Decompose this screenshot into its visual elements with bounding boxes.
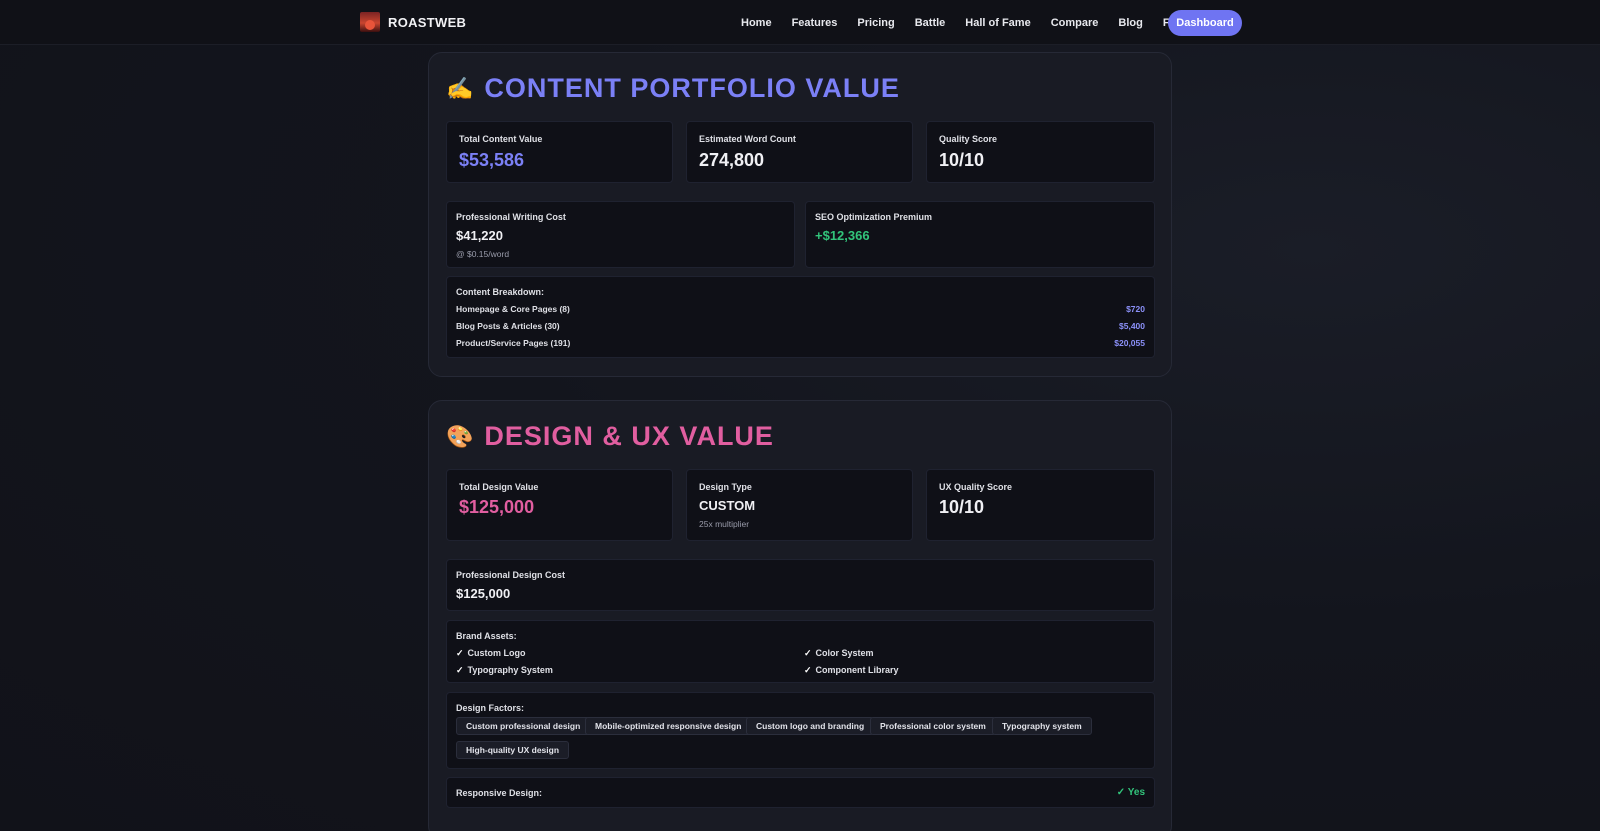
design-factors-label: Design Factors:: [456, 703, 525, 713]
breakdown-row-label: Product/Service Pages (191): [456, 338, 571, 348]
check-icon: ✓: [804, 665, 812, 675]
writing-cost-rate: @ $0.15/word: [456, 249, 510, 259]
top-navbar: ROASTWEB Home Features Pricing Battle Ha…: [0, 0, 1600, 45]
ux-quality-label: UX Quality Score: [939, 482, 1013, 492]
word-count-label: Estimated Word Count: [699, 134, 796, 144]
nav-hall-of-fame[interactable]: Hall of Fame: [965, 17, 1030, 29]
quality-score-label: Quality Score: [939, 134, 998, 144]
brand-asset-item: ✓ Custom Logo: [456, 648, 526, 658]
brand[interactable]: ROASTWEB: [360, 12, 466, 32]
brand-assets-label: Brand Assets:: [456, 631, 517, 641]
total-design-value-card: Total Design Value $125,000: [446, 469, 673, 541]
quality-score-card: Quality Score 10/10: [926, 121, 1155, 183]
dashboard-button[interactable]: Dashboard: [1168, 10, 1242, 36]
word-count-value: 274,800: [699, 150, 765, 170]
total-content-value-label: Total Content Value: [459, 134, 543, 144]
design-type-multiplier: 25x multiplier: [699, 519, 750, 529]
seo-premium-label: SEO Optimization Premium: [815, 212, 933, 222]
check-icon: ✓: [456, 648, 464, 658]
nav-compare[interactable]: Compare: [1051, 17, 1099, 29]
check-icon: ✓: [804, 648, 812, 658]
brand-assets-card: Brand Assets: ✓ Custom Logo ✓ Color System…: [446, 620, 1155, 683]
quality-score-value: 10/10: [939, 150, 985, 170]
breakdown-row-label: Blog Posts & Articles (30): [456, 321, 560, 331]
ux-quality-card: UX Quality Score 10/10: [926, 469, 1155, 541]
check-icon: ✓: [456, 665, 464, 675]
design-cost-label: Professional Design Cost: [456, 570, 566, 580]
seo-premium-value: +$12,366: [815, 228, 870, 243]
design-ux-section: 🎨 DESIGN & UX VALUE Total Design Value $…: [428, 400, 1172, 831]
content-section-title: ✍ CONTENT PORTFOLIO VALUE: [446, 73, 900, 104]
seo-premium-card: SEO Optimization Premium +$12,366: [805, 201, 1155, 268]
content-portfolio-section: ✍ CONTENT PORTFOLIO VALUE Total Content …: [428, 52, 1172, 377]
design-title-text: DESIGN & UX VALUE: [484, 421, 774, 451]
word-count-card: Estimated Word Count 274,800: [686, 121, 913, 183]
brand-asset-item: ✓ Color System: [804, 648, 874, 658]
design-type-value: CUSTOM: [699, 498, 756, 513]
design-factors-card: Design Factors: Custom professional desi…: [446, 692, 1155, 769]
design-type-label: Design Type: [699, 482, 752, 492]
design-cost-card: Professional Design Cost $125,000: [446, 559, 1155, 611]
palette-icon: 🎨: [446, 423, 475, 449]
brand-asset-item: ✓ Component Library: [804, 665, 899, 675]
brand-asset-item: ✓ Typography System: [456, 665, 553, 675]
writing-cost-label: Professional Writing Cost: [456, 212, 566, 222]
total-content-value-card: Total Content Value $53,586: [446, 121, 673, 183]
main-nav: Home Features Pricing Battle Hall of Fam…: [741, 0, 1205, 45]
writing-cost-value: $41,220: [456, 228, 503, 243]
design-cost-value: $125,000: [456, 586, 511, 601]
breakdown-row-label: Homepage & Core Pages (8): [456, 304, 570, 314]
nav-battle[interactable]: Battle: [915, 17, 946, 29]
responsive-design-label: Responsive Design:: [456, 788, 543, 798]
content-breakdown-card: Content Breakdown: Homepage & Core Pages…: [446, 276, 1155, 358]
responsive-design-card: Responsive Design: ✓ Yes: [446, 777, 1155, 808]
design-factor-tag: Custom logo and branding: [746, 717, 875, 735]
design-factor-tag: High-quality UX design: [456, 741, 570, 759]
total-design-value: $125,000: [459, 497, 535, 517]
design-factor-tag: Mobile-optimized responsive design: [585, 717, 752, 735]
total-content-value: $53,586: [459, 150, 525, 170]
responsive-design-value: ✓ Yes: [1116, 787, 1145, 798]
writing-hand-icon: ✍: [446, 75, 475, 101]
nav-blog[interactable]: Blog: [1118, 17, 1142, 29]
breakdown-row-value: $20,055: [1114, 338, 1145, 348]
design-section-title: 🎨 DESIGN & UX VALUE: [446, 421, 774, 452]
nav-home[interactable]: Home: [741, 17, 772, 29]
design-type-card: Design Type CUSTOM 25x multiplier: [686, 469, 913, 541]
writing-cost-card: Professional Writing Cost $41,220 @ $0.1…: [446, 201, 795, 268]
nav-pricing[interactable]: Pricing: [857, 17, 894, 29]
logo-icon: [360, 12, 380, 32]
content-title-text: CONTENT PORTFOLIO VALUE: [484, 73, 900, 103]
brand-name: ROASTWEB: [388, 14, 467, 30]
breakdown-row-value: $720: [1126, 304, 1145, 314]
total-design-value-label: Total Design Value: [459, 482, 539, 492]
content-breakdown-label: Content Breakdown:: [456, 287, 545, 297]
ux-quality-value: 10/10: [939, 497, 985, 517]
breakdown-row-value: $5,400: [1119, 321, 1145, 331]
nav-features[interactable]: Features: [792, 17, 838, 29]
design-factor-tag: Custom professional design: [456, 717, 591, 735]
design-factor-tag: Professional color system: [870, 717, 996, 735]
design-factor-tag: Typography system: [992, 717, 1092, 735]
